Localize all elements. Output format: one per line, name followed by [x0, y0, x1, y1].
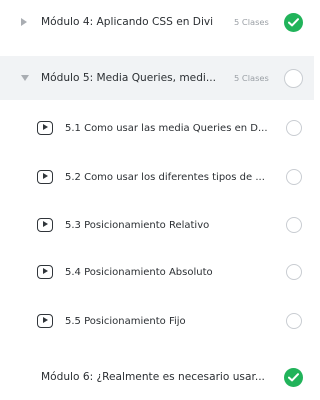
incomplete-circle-icon [286, 264, 302, 280]
lesson-title: 5.1 Como usar las media Queries en D... [65, 122, 268, 134]
play-icon [37, 314, 53, 328]
incomplete-circle-icon [286, 313, 302, 329]
check-complete-icon [284, 367, 303, 387]
lesson-row[interactable]: 5.1 Como usar las media Queries en D... [0, 103, 314, 153]
play-icon [37, 121, 53, 135]
lesson-row[interactable]: 5.5 Posicionamiento Fijo [0, 296, 314, 346]
module-5-row[interactable]: Módulo 5: Media Queries, medi... 5 Clase… [0, 56, 314, 100]
lesson-count: 5 Clases [234, 73, 269, 83]
check-complete-icon [284, 12, 303, 32]
lesson-title: 5.5 Posicionamiento Fijo [65, 315, 186, 327]
module-title: Módulo 6: ¿Realmente es necesario usar..… [41, 371, 265, 383]
play-icon [37, 265, 53, 279]
module-4-row[interactable]: Módulo 4: Aplicando CSS en Divi 5 Clases [0, 0, 314, 44]
lesson-title: 5.2 Como usar los diferentes tipos de ..… [65, 171, 265, 183]
lesson-row[interactable]: 5.3 Posicionamiento Relativo [0, 200, 314, 250]
incomplete-circle-icon [286, 169, 302, 185]
incomplete-circle-icon [286, 120, 302, 136]
lesson-row[interactable]: 5.4 Posicionamiento Absoluto [0, 247, 314, 297]
lesson-title: 5.4 Posicionamiento Absoluto [65, 266, 213, 278]
lesson-count: 5 Clases [234, 17, 269, 27]
module-title: Módulo 5: Media Queries, medi... [41, 72, 216, 84]
module-title: Módulo 4: Aplicando CSS en Divi [41, 16, 214, 28]
incomplete-circle-icon [284, 68, 303, 88]
play-icon [37, 218, 53, 232]
lesson-row[interactable]: 5.2 Como usar los diferentes tipos de ..… [0, 152, 314, 202]
module-6-row[interactable]: Módulo 6: ¿Realmente es necesario usar..… [0, 355, 314, 399]
lesson-title: 5.3 Posicionamiento Relativo [65, 219, 210, 231]
chevron-right-icon [21, 18, 27, 26]
play-icon [37, 170, 53, 184]
incomplete-circle-icon [286, 217, 302, 233]
chevron-down-icon [21, 75, 29, 81]
